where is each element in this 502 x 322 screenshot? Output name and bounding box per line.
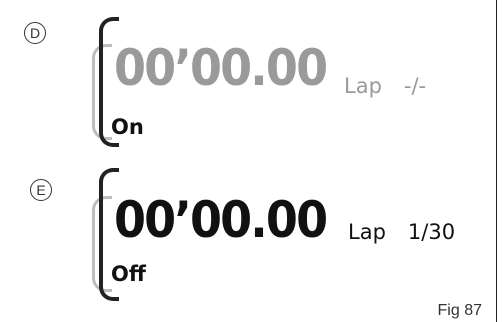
callout-marker-e: E [30,179,52,201]
lap-counter-d: Lap -/- [344,74,426,98]
lap-counter-e: Lap 1/30 [348,220,455,244]
figure-caption: Fig 87 [437,302,482,319]
callout-marker-d: D [24,22,46,44]
stopwatch-time-display-d: 00’00.00 [114,39,328,97]
state-label-d: On [111,115,144,139]
stopwatch-time-display-e: 00’00.00 [114,191,328,249]
figure-frame: D 00’00.00 Lap -/- On E 00’00.00 Lap 1/30 … [0,0,497,322]
lap-value: 1/30 [407,220,456,244]
lap-label: Lap [344,74,382,98]
lap-label: Lap [348,220,386,244]
state-label-e: Off [111,262,146,286]
lap-value: -/- [403,74,427,98]
